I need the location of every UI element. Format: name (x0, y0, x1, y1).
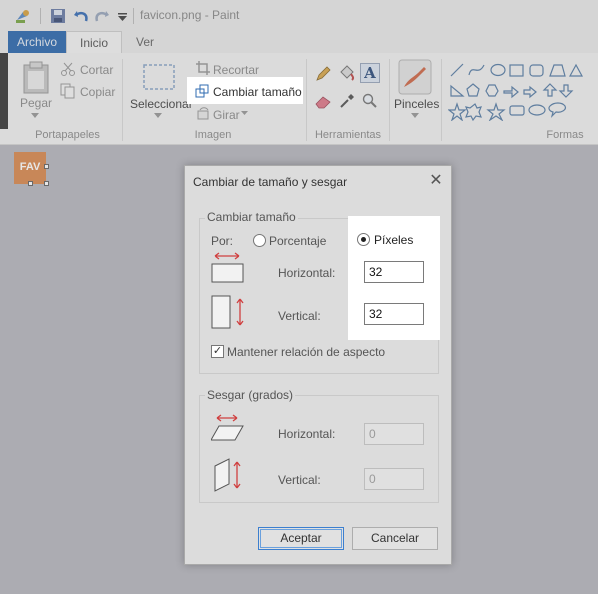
resize-section-legend: Cambiar tamaño (205, 210, 298, 224)
resize-handle-bottom[interactable] (28, 181, 33, 186)
resize-horizontal-input[interactable]: 32 (364, 261, 424, 283)
resize-vertical-label: Vertical: (278, 309, 321, 323)
skew-vertical-label: Vertical: (278, 473, 321, 487)
paint-app-icon[interactable] (14, 7, 32, 25)
percent-radio[interactable] (253, 234, 266, 247)
brushes-dropdown-icon[interactable] (411, 113, 419, 118)
resize-handle-right[interactable] (44, 164, 49, 169)
clipboard-group-label: Portapapeles (35, 129, 100, 141)
copy-icon (60, 83, 75, 99)
customize-toolbar-icon[interactable] (114, 7, 132, 25)
eraser-icon[interactable] (315, 95, 331, 109)
percent-label: Porcentaje (269, 234, 327, 248)
skew-horizontal-icon (211, 414, 244, 441)
horizontal-resize-icon (211, 252, 244, 283)
resize-button-label-highlighted[interactable]: Cambiar tamaño (213, 85, 302, 99)
select-button[interactable]: Seleccionar (130, 97, 193, 111)
tools-group-label: Herramientas (314, 129, 382, 141)
close-icon[interactable]: ✕ (425, 170, 447, 192)
window-title: favicon.png - Paint (140, 8, 240, 22)
save-icon[interactable] (49, 7, 67, 25)
vertical-resize-icon (211, 295, 244, 329)
pencil-icon[interactable] (315, 66, 331, 82)
resize-horizontal-label: Horizontal: (278, 266, 336, 280)
canvas-image[interactable]: FAV (14, 152, 46, 184)
shapes-group-label: Formas (546, 129, 584, 141)
keep-aspect-label: Mantener relación de aspecto (227, 345, 386, 359)
by-label: Por: (211, 234, 234, 248)
select-dropdown-icon[interactable] (154, 113, 162, 118)
cancel-button[interactable]: Cancelar (352, 527, 438, 550)
paste-icon[interactable] (22, 61, 50, 95)
rotate-button[interactable]: Girar (213, 108, 240, 122)
crop-button[interactable]: Recortar (213, 63, 259, 77)
shapes-gallery[interactable] (448, 61, 598, 121)
keep-aspect-checkbox[interactable]: ✓ (211, 345, 224, 358)
tab-archivo[interactable]: Archivo (8, 31, 66, 53)
image-group-label: Imagen (194, 129, 232, 141)
tab-inicio[interactable]: Inicio (66, 31, 122, 53)
pixels-radio[interactable] (357, 233, 370, 246)
paste-button[interactable]: Pegar (20, 96, 52, 110)
ok-button[interactable]: Aceptar (258, 527, 344, 550)
cut-button[interactable]: Cortar (80, 63, 113, 77)
select-icon[interactable] (142, 63, 176, 91)
pixels-label: Píxeles (374, 233, 414, 247)
skew-vertical-input[interactable]: 0 (364, 468, 424, 490)
resize-icon-highlighted (195, 84, 209, 98)
dialog-title: Cambiar de tamaño y sesgar (193, 175, 348, 189)
redo-icon[interactable] (93, 7, 111, 25)
ribbon-tabs: Archivo Inicio Ver (0, 31, 598, 53)
skew-vertical-icon (214, 458, 241, 492)
skew-horizontal-label: Horizontal: (278, 427, 336, 441)
left-panel-strip (0, 53, 8, 129)
resize-vertical-input[interactable]: 32 (364, 303, 424, 325)
color-picker-icon[interactable] (339, 93, 355, 109)
scissors-icon (61, 62, 75, 76)
skew-horizontal-input[interactable]: 0 (364, 423, 424, 445)
title-bar: favicon.png - Paint (0, 0, 598, 31)
magnifier-icon[interactable] (362, 93, 378, 109)
fill-bucket-icon[interactable] (338, 64, 356, 82)
skew-section-legend: Sesgar (grados) (205, 388, 296, 402)
crop-icon (196, 61, 210, 75)
brushes-button[interactable]: Pinceles (394, 97, 439, 111)
tab-ver[interactable]: Ver (126, 31, 164, 53)
rotate-icon (197, 107, 209, 120)
copy-button[interactable]: Copiar (80, 85, 115, 99)
brushes-icon[interactable] (398, 59, 432, 95)
rotate-dropdown-icon[interactable] (241, 111, 248, 115)
text-tool-icon[interactable]: A (360, 63, 380, 83)
undo-icon[interactable] (72, 7, 90, 25)
resize-handle-corner[interactable] (44, 181, 49, 186)
paste-dropdown-icon[interactable] (31, 113, 39, 118)
